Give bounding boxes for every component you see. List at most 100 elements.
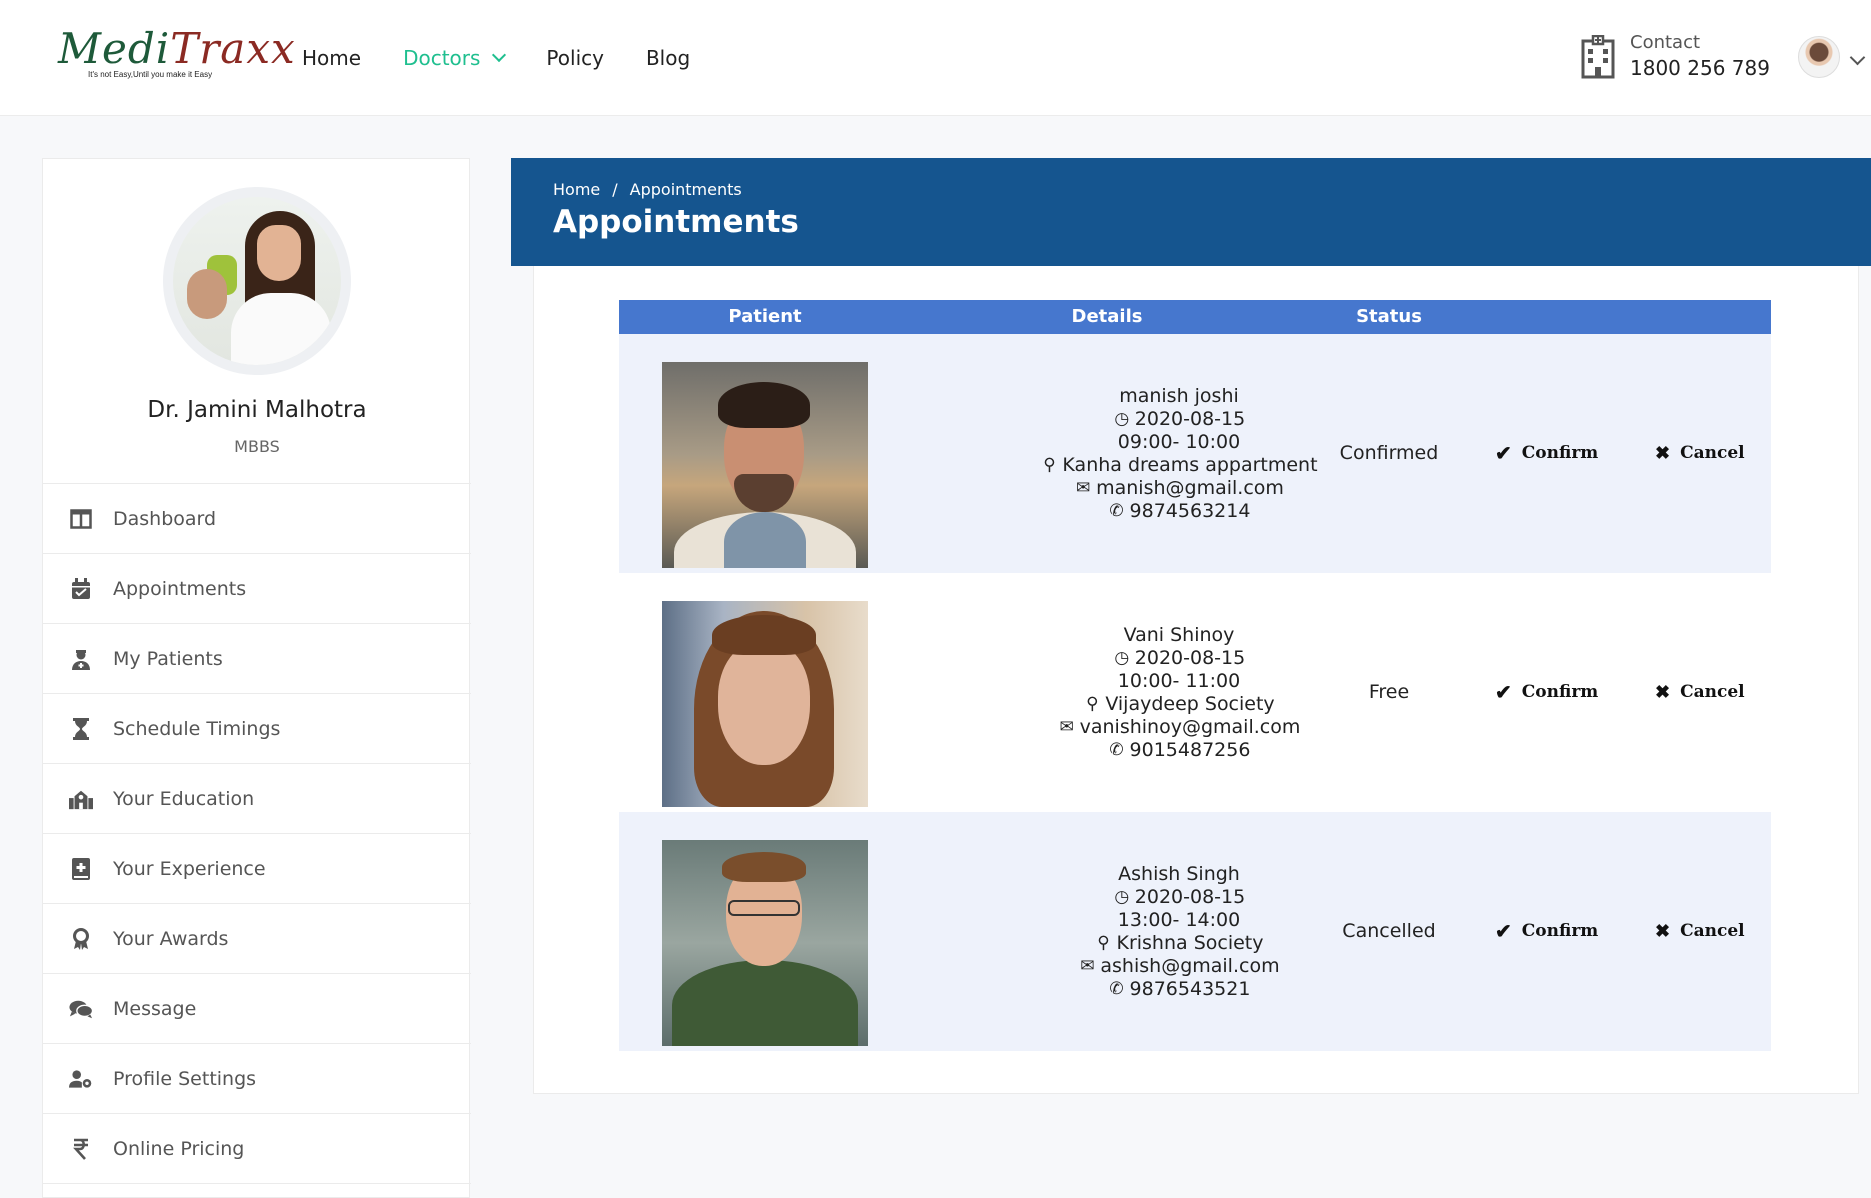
profile-sidebar: Dr. Jamini Malhotra MBBS Dashboard Appoi… <box>42 158 471 1198</box>
appointment-time: 09:00- 10:00 <box>1117 430 1241 453</box>
column-header-details: Details <box>1071 306 1143 327</box>
check-icon: ✔ <box>1495 919 1512 943</box>
sidebar-item-dashboard[interactable]: Dashboard <box>43 484 471 554</box>
table-row: Vani Shinoy ◷ 2020-08-15 10:00- 11:00 ⚲ Vi… <box>619 573 1771 812</box>
envelope-icon: ✉ <box>1059 716 1074 737</box>
contact-block[interactable]: Contact 1800 256 789 <box>1580 32 1770 82</box>
nav-blog[interactable]: Blog <box>646 46 690 70</box>
user-avatar[interactable] <box>1798 36 1840 78</box>
patient-phone[interactable]: 9874563214 <box>1130 500 1251 523</box>
close-icon: ✖ <box>1655 442 1671 464</box>
table-header: Patient Details Status <box>619 300 1771 334</box>
sidebar-item-your-awards[interactable]: Your Awards <box>43 904 471 974</box>
cancel-label: Cancel <box>1680 682 1745 702</box>
sidebar-item-appointments[interactable]: Appointments <box>43 554 471 624</box>
appointment-time: 10:00- 11:00 <box>1117 669 1241 692</box>
appointment-date: 2020-08-15 <box>1134 407 1246 430</box>
cancel-button[interactable]: ✖ Cancel <box>1649 440 1751 466</box>
patient-email[interactable]: manish@gmail.com <box>1096 477 1284 500</box>
table-row: manish joshi ◷ 2020-08-15 09:00- 10:00 ⚲ K… <box>619 334 1771 573</box>
patient-address: Vijaydeep Society <box>1105 692 1275 715</box>
confirm-button[interactable]: ✔ Confirm <box>1489 440 1604 466</box>
sidebar-item-schedule-timings[interactable]: Schedule Timings <box>43 694 471 764</box>
confirm-label: Confirm <box>1521 443 1599 463</box>
sidebar-item-your-education[interactable]: Your Education <box>43 764 471 834</box>
phone-icon: ✆ <box>1109 739 1124 760</box>
sidebar-item-label: My Patients <box>113 647 223 670</box>
patient-email[interactable]: ashish@gmail.com <box>1100 955 1279 978</box>
clock-icon: ◷ <box>1114 886 1130 907</box>
hospital-building-icon <box>1581 35 1615 79</box>
patient-phone[interactable]: 9015487256 <box>1130 739 1251 762</box>
contact-label: Contact <box>1630 32 1701 53</box>
nav-policy-label: Policy <box>546 46 604 70</box>
sidebar-item-my-patients[interactable]: My Patients <box>43 624 471 694</box>
sidebar-item-online-pricing[interactable]: Online Pricing <box>43 1114 471 1184</box>
patient-address: Krishna Society <box>1116 931 1264 954</box>
sidebar-item-profile-settings[interactable]: Profile Settings <box>43 1044 471 1114</box>
sidebar-item-label: Your Awards <box>113 927 229 950</box>
patient-email[interactable]: vanishinoy@gmail.com <box>1080 716 1301 739</box>
nav-doctors[interactable]: Doctors <box>403 46 507 70</box>
doctor-avatar <box>163 187 351 375</box>
phone-icon: ✆ <box>1109 500 1124 521</box>
brand-logo[interactable]: MediTraxx It's not Easy,Until you make i… <box>58 24 295 80</box>
doctor-name: Dr. Jamini Malhotra <box>147 397 367 423</box>
chevron-down-icon[interactable] <box>1849 49 1866 66</box>
clock-icon: ◷ <box>1114 647 1130 668</box>
map-marker-icon: ⚲ <box>1097 932 1110 953</box>
top-header: MediTraxx It's not Easy,Until you make i… <box>0 0 1871 116</box>
calendar-check-icon <box>69 577 93 601</box>
patient-photo <box>662 601 868 807</box>
sidebar-item-label: Dashboard <box>113 507 217 530</box>
breadcrumb-home[interactable]: Home <box>553 180 600 199</box>
nav-home-label: Home <box>302 46 362 70</box>
hourglass-icon <box>69 717 93 741</box>
sidebar-item-label: Schedule Timings <box>113 717 281 740</box>
rupee-icon <box>69 1137 93 1161</box>
school-icon <box>69 787 93 811</box>
nav-doctors-label: Doctors <box>403 46 481 70</box>
brand-name-part2: Traxx <box>170 24 296 73</box>
envelope-icon: ✉ <box>1080 955 1095 976</box>
table-row: Ashish Singh ◷ 2020-08-15 13:00- 14:00 ⚲ K… <box>619 812 1771 1051</box>
confirm-button[interactable]: ✔ Confirm <box>1489 679 1605 705</box>
cancel-button[interactable]: ✖ Cancel <box>1649 679 1751 705</box>
user-nurse-icon <box>69 647 93 671</box>
confirm-button[interactable]: ✔ Confirm <box>1489 918 1604 944</box>
sidebar-item-your-experience[interactable]: Your Experience <box>43 834 471 904</box>
patient-phone[interactable]: 9876543521 <box>1130 978 1251 1001</box>
confirm-label: Confirm <box>1521 921 1599 941</box>
phone-icon: ✆ <box>1109 978 1124 999</box>
breadcrumb: Home / Appointments <box>553 180 742 199</box>
award-icon <box>69 927 93 951</box>
appointment-status: Cancelled <box>1342 920 1436 942</box>
columns-icon <box>69 507 93 531</box>
map-marker-icon: ⚲ <box>1086 693 1099 714</box>
cancel-button[interactable]: ✖ Cancel <box>1649 918 1751 944</box>
clock-icon: ◷ <box>1114 408 1130 429</box>
appointment-time: 13:00- 14:00 <box>1117 908 1241 931</box>
nav-policy[interactable]: Policy <box>546 46 604 70</box>
cancel-label: Cancel <box>1680 443 1745 463</box>
brand-name-part1: Medi <box>58 24 171 73</box>
medical-book-icon <box>69 857 93 881</box>
contact-phone[interactable]: 1800 256 789 <box>1630 54 1770 82</box>
column-header-patient: Patient <box>728 306 802 327</box>
nav-home[interactable]: Home <box>302 46 361 70</box>
doctor-degree: MBBS <box>234 437 280 456</box>
check-icon: ✔ <box>1495 441 1512 465</box>
close-icon: ✖ <box>1655 920 1671 942</box>
appointment-date: 2020-08-15 <box>1134 885 1246 908</box>
confirm-label: Confirm <box>1521 682 1599 702</box>
sidebar-item-message[interactable]: Message <box>43 974 471 1044</box>
breadcrumb-current: Appointments <box>629 180 742 199</box>
appointments-table: Patient Details Status manish joshi ◷ 202… <box>619 300 1771 1051</box>
sidebar-item-label: Message <box>113 997 197 1020</box>
cancel-label: Cancel <box>1680 921 1745 941</box>
user-cog-icon <box>69 1067 93 1091</box>
sidebar-item-label: Your Education <box>113 787 255 810</box>
comments-icon <box>69 997 93 1021</box>
nav-blog-label: Blog <box>645 46 691 70</box>
chevron-down-icon <box>492 47 507 63</box>
